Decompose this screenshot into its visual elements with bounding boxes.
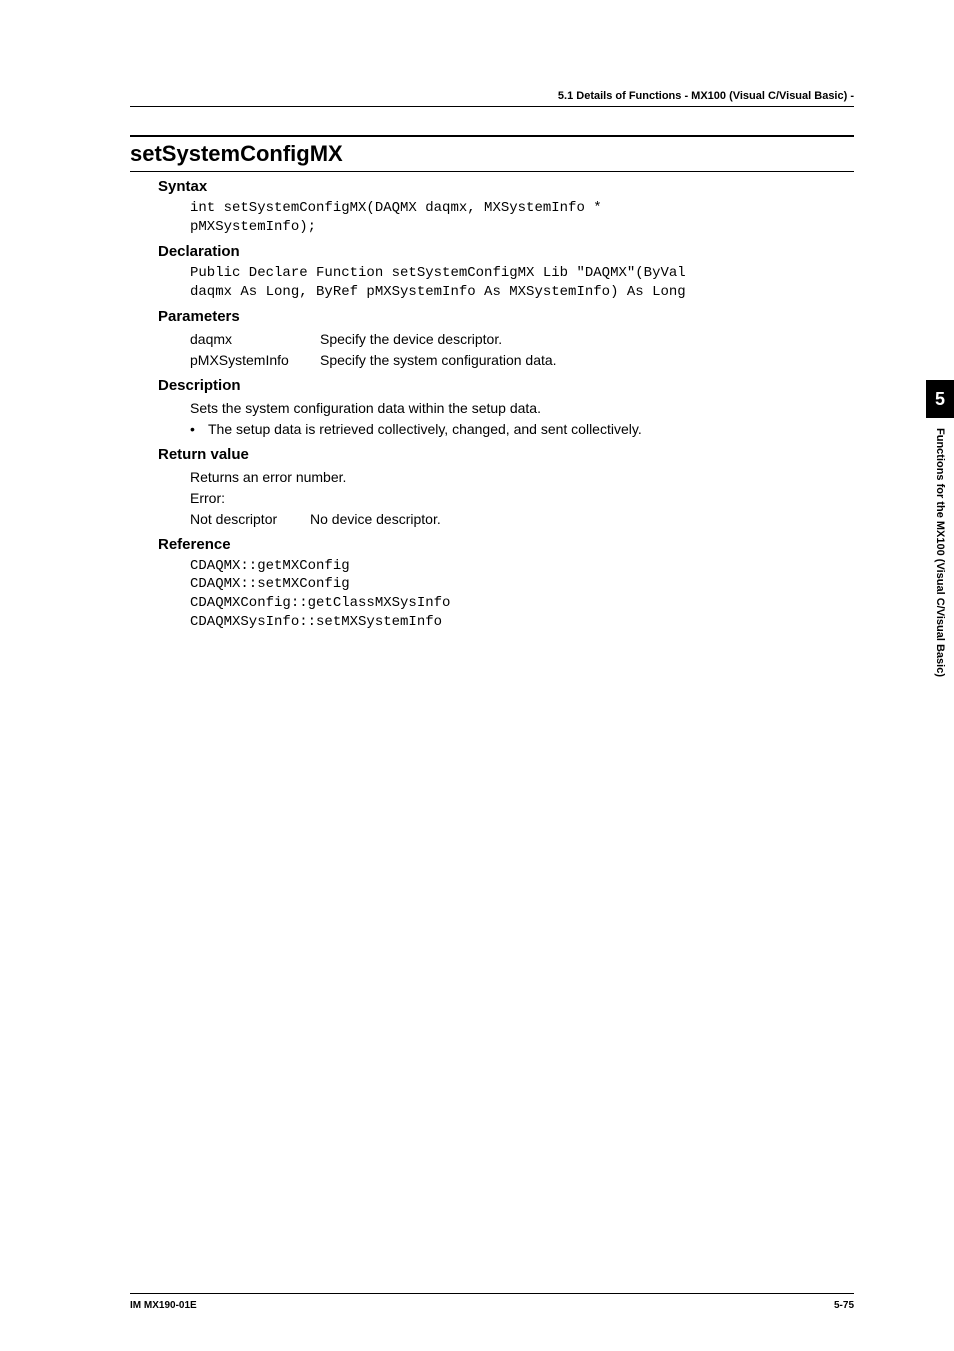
return-text-2: Error: bbox=[190, 488, 854, 509]
error-row: Not descriptor No device descriptor. bbox=[190, 509, 854, 530]
bullet-dot: • bbox=[190, 419, 208, 440]
page-header: 5.1 Details of Functions - MX100 (Visual… bbox=[130, 90, 854, 107]
return-heading: Return value bbox=[158, 446, 854, 463]
description-bullet: • The setup data is retrieved collective… bbox=[190, 419, 854, 440]
description-text: Sets the system configuration data withi… bbox=[190, 398, 854, 419]
bullet-text: The setup data is retrieved collectively… bbox=[208, 419, 854, 440]
return-text-1: Returns an error number. bbox=[190, 467, 854, 488]
param-row: daqmx Specify the device descriptor. bbox=[190, 329, 854, 350]
footer-left: IM MX190-01E bbox=[130, 1300, 197, 1311]
parameters-heading: Parameters bbox=[158, 308, 854, 325]
param-name: pMXSystemInfo bbox=[190, 350, 320, 371]
main-content: setSystemConfigMX Syntax int setSystemCo… bbox=[130, 135, 854, 632]
syntax-code: int setSystemConfigMX(DAQMX daqmx, MXSys… bbox=[190, 199, 854, 237]
declaration-code: Public Declare Function setSystemConfigM… bbox=[190, 264, 854, 302]
error-name: Not descriptor bbox=[190, 509, 310, 530]
syntax-heading: Syntax bbox=[158, 178, 854, 195]
footer-right: 5-75 bbox=[834, 1300, 854, 1311]
param-row: pMXSystemInfo Specify the system configu… bbox=[190, 350, 854, 371]
declaration-heading: Declaration bbox=[158, 243, 854, 260]
side-tab-number: 5 bbox=[926, 380, 954, 418]
error-desc: No device descriptor. bbox=[310, 509, 854, 530]
side-tab-text: Functions for the MX100 (Visual C/Visual… bbox=[926, 420, 954, 820]
rule-top bbox=[130, 135, 854, 137]
param-name: daqmx bbox=[190, 329, 320, 350]
param-desc: Specify the device descriptor. bbox=[320, 329, 854, 350]
reference-heading: Reference bbox=[158, 536, 854, 553]
reference-code: CDAQMX::getMXConfig CDAQMX::setMXConfig … bbox=[190, 557, 854, 633]
function-title: setSystemConfigMX bbox=[130, 141, 854, 167]
param-desc: Specify the system configuration data. bbox=[320, 350, 854, 371]
description-heading: Description bbox=[158, 377, 854, 394]
page-footer: IM MX190-01E 5-75 bbox=[130, 1293, 854, 1311]
rule-under-title bbox=[130, 171, 854, 172]
